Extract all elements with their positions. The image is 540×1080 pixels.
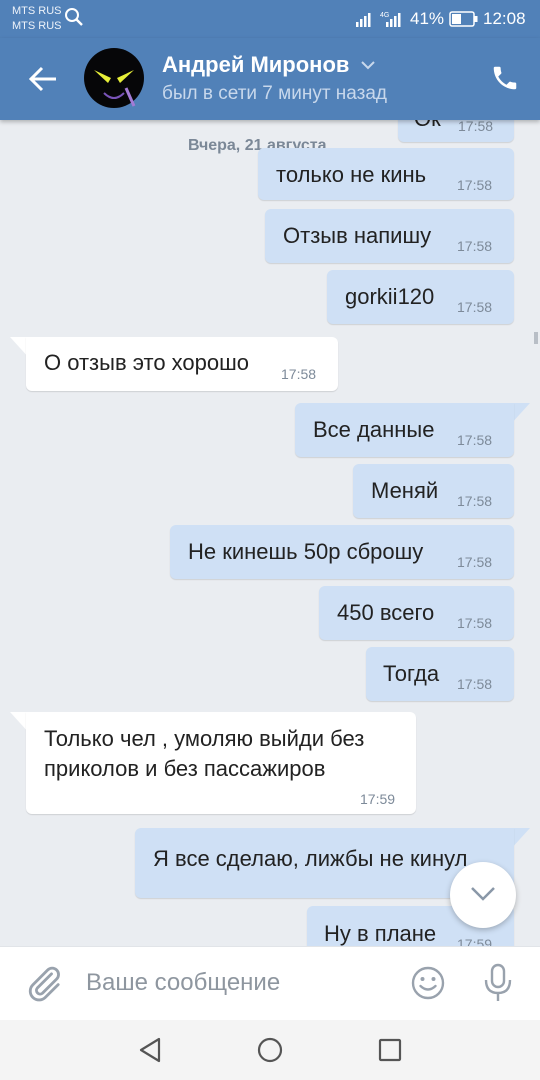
message-text: Ок [414, 120, 441, 134]
chevron-down-icon[interactable] [360, 59, 376, 71]
message-time: 17:59 [360, 791, 396, 807]
message-bubble-outgoing[interactable]: Все данные 17:58 [295, 403, 514, 457]
system-nav-bar [0, 1020, 540, 1080]
message-text-line-1: Только чел , умоляю выйди без [44, 726, 365, 751]
emoji-icon[interactable] [410, 965, 446, 1001]
message-text: только не кинь [276, 162, 427, 187]
message-time: 17:58 [457, 177, 493, 193]
avatar[interactable] [84, 48, 144, 108]
message-time: 17:58 [457, 676, 493, 692]
message-text: Я все сделаю, лижбы не кинул [153, 846, 468, 871]
message-bubble-outgoing[interactable]: Меняй 17:58 [353, 464, 514, 518]
message-bubble-outgoing[interactable]: 450 всего 17:58 [319, 586, 514, 640]
message-bubble-incoming[interactable]: Только чел , умоляю выйди без приколов и… [26, 712, 416, 814]
microphone-icon[interactable] [483, 963, 513, 1003]
status-bar: MTS RUS MTS RUS 4G 41% 12:08 [0, 0, 540, 38]
message-text: Ну в плане [324, 921, 437, 946]
scroll-down-button[interactable] [450, 862, 516, 928]
message-composer: Ваше сообщение [0, 946, 540, 1021]
message-time: 17:59 [457, 936, 493, 946]
message-text: gorkii120 [345, 284, 435, 309]
message-bubble-outgoing[interactable]: gorkii120 17:58 [327, 270, 514, 324]
nav-recents-icon[interactable] [377, 1037, 403, 1063]
message-time: 17:58 [281, 366, 317, 382]
contact-status: был в сети 7 минут назад [162, 83, 388, 104]
message-list[interactable]: Ок 17:58 Вчера, 21 августа только не кин… [0, 120, 540, 946]
scroll-down-icon [471, 887, 495, 901]
phone-icon[interactable] [490, 63, 520, 93]
network-label: 4G [380, 12, 389, 19]
battery-icon [449, 11, 478, 27]
message-bubble-incoming[interactable]: О отзыв это хорошо 17:58 [26, 337, 338, 391]
message-text: Тогда [383, 661, 440, 686]
message-time: 17:58 [458, 120, 494, 134]
scrollbar[interactable] [534, 332, 538, 344]
message-time: 17:58 [457, 238, 493, 254]
battery-percent: 41% [410, 9, 445, 28]
contact-name[interactable]: Андрей Миронов [162, 52, 349, 78]
message-bubble-outgoing[interactable]: Ок 17:58 [398, 120, 514, 142]
message-time: 17:58 [457, 432, 493, 448]
chat-header: Андрей Миронов был в сети 7 минут назад [0, 38, 540, 120]
message-text: Не кинешь 50р сброшу [188, 539, 424, 564]
carrier-2: MTS RUS [12, 20, 62, 32]
nav-home-icon[interactable] [256, 1036, 284, 1064]
message-text: О отзыв это хорошо [44, 350, 250, 375]
message-input[interactable]: Ваше сообщение [86, 969, 280, 997]
carrier-1: MTS RUS [12, 5, 62, 17]
message-bubble-outgoing[interactable]: только не кинь 17:58 [258, 148, 514, 200]
back-arrow-icon[interactable] [28, 66, 58, 92]
message-time: 17:58 [457, 299, 493, 315]
nav-back-icon[interactable] [137, 1036, 165, 1064]
message-time: 17:58 [457, 493, 493, 509]
message-bubble-outgoing[interactable]: Тогда 17:58 [366, 647, 514, 701]
message-bubble-outgoing[interactable]: Отзыв напишу 17:58 [265, 209, 514, 263]
message-text-line-2: приколов и без пассажиров [44, 756, 326, 781]
message-text: Меняй [371, 478, 439, 503]
message-text: Отзыв напишу [283, 223, 432, 248]
signal-icon: 4G [356, 12, 401, 27]
message-text: Все данные [313, 417, 435, 442]
clock: 12:08 [483, 9, 526, 28]
message-bubble-outgoing[interactable]: Не кинешь 50р сброшу 17:58 [170, 525, 514, 579]
message-text: 450 всего [337, 600, 435, 625]
paperclip-icon[interactable] [24, 963, 64, 1003]
search-icon [65, 8, 83, 26]
message-time: 17:58 [457, 615, 493, 631]
message-time: 17:58 [457, 554, 493, 570]
